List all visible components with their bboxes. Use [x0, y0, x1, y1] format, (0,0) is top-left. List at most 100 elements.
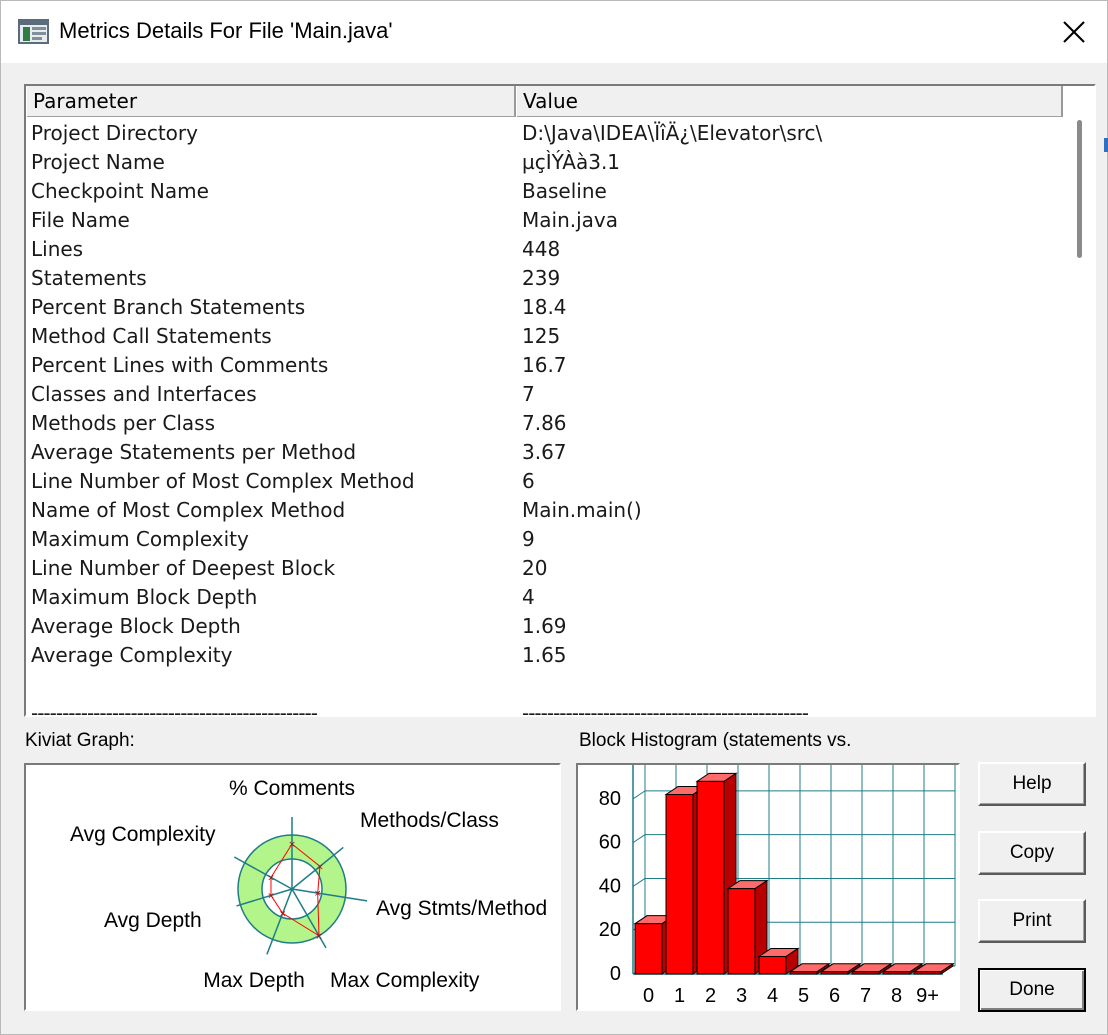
parameter-cell: Maximum Block Depth [31, 585, 258, 609]
value-cell: 16.7 [522, 353, 567, 377]
table-row[interactable]: Methods per Class 7.86 [26, 409, 1063, 438]
table-row[interactable]: Line Number of Deepest Block 20 [26, 554, 1063, 583]
parameter-cell: Methods per Class [31, 411, 215, 435]
parameter-cell: Average Statements per Method [31, 440, 357, 464]
parameter-cell: Statements [31, 266, 147, 290]
separator-parameter: ----------------------------------------… [31, 701, 318, 717]
column-header-parameter[interactable]: Parameter [26, 86, 516, 117]
scrollbar-thumb[interactable] [1077, 120, 1082, 258]
table-row[interactable]: Average Block Depth 1.69 [26, 612, 1063, 641]
table-header: Parameter Value [26, 86, 1063, 117]
column-header-value[interactable]: Value [516, 86, 1063, 117]
histogram-bar [913, 971, 942, 975]
histogram-bar [820, 971, 849, 975]
table-row[interactable]: Classes and Interfaces 7 [26, 380, 1063, 409]
table-row[interactable]: Checkpoint Name Baseline [26, 177, 1063, 206]
table-row[interactable]: Project Directory D:\Java\IDEA\ÏîÄ¿\Eleva… [26, 119, 1063, 148]
histogram-bar [882, 971, 911, 975]
parameter-cell: Project Directory [31, 121, 198, 145]
histogram-gridline [632, 790, 646, 800]
kiviat-axis-label: Avg Depth [104, 909, 202, 932]
value-cell: Main.java [522, 208, 619, 232]
table-row[interactable]: Project Name µçÌÝÀà3.1 [26, 148, 1063, 177]
app-icon [18, 19, 49, 44]
parameter-cell: Maximum Complexity [31, 527, 249, 551]
table-row[interactable]: Line Number of Most Complex Method 6 [26, 467, 1063, 496]
value-cell: 4 [522, 585, 535, 609]
parameter-cell: Average Block Depth [31, 614, 241, 638]
table-row[interactable]: Name of Most Complex Method Main.main() [26, 496, 1063, 525]
value-cell: 6 [522, 469, 535, 493]
histogram-y-tick-label: 80 [599, 788, 621, 810]
parameter-cell: File Name [31, 208, 130, 232]
kiviat-point-marker: × [267, 891, 275, 901]
table-row[interactable]: Percent Branch Statements 18.4 [26, 293, 1063, 322]
kiviat-graph: % CommentsMethods/Class Avg Stmts/Method M… [70, 777, 547, 992]
kiviat-axis-label: Methods/Class [360, 809, 499, 832]
value-cell: 9 [522, 527, 535, 551]
table-row[interactable]: File Name Main.java [26, 206, 1063, 235]
kiviat-axis-label: Max Depth [203, 969, 305, 992]
help-button[interactable]: Help [978, 762, 1086, 806]
kiviat-point-marker: × [267, 873, 275, 883]
value-cell: D:\Java\IDEA\ÏîÄ¿\Elevator\src\ [522, 121, 823, 145]
metrics-table[interactable]: Parameter Value Project Directory D:\Java… [24, 84, 1096, 717]
histogram-bar [758, 955, 787, 975]
value-cell: µçÌÝÀà3.1 [522, 150, 621, 174]
histogram-x-tick-label: 0 [643, 985, 654, 1007]
vertical-scrollbar[interactable] [1063, 86, 1094, 715]
kiviat-graph-label: Kiviat Graph: [25, 730, 135, 751]
block-histogram-panel: 0 20 40 60 80 0 1 2 3 4 5 6 7 8 9+ [576, 763, 960, 1011]
histogram-bar [696, 780, 725, 975]
value-cell: Main.main() [522, 498, 642, 522]
parameter-cell: Percent Branch Statements [31, 295, 306, 319]
done-button[interactable]: Done [978, 968, 1086, 1012]
table-row[interactable]: Statements 239 [26, 264, 1063, 293]
histogram-x-tick-label: 4 [767, 985, 778, 1007]
value-cell: 18.4 [522, 295, 567, 319]
parameter-cell: Checkpoint Name [31, 179, 209, 203]
table-row[interactable]: Method Call Statements 125 [26, 322, 1063, 351]
table-row[interactable]: Maximum Block Depth 4 [26, 583, 1063, 612]
print-button[interactable]: Print [978, 899, 1086, 943]
parameter-cell: Project Name [31, 150, 165, 174]
window-title: Metrics Details For File 'Main.java' [59, 18, 393, 43]
parameter-cell: Percent Lines with Comments [31, 353, 329, 377]
table-rows: Project Directory D:\Java\IDEA\ÏîÄ¿\Eleva… [26, 119, 1063, 670]
histogram-bar [727, 888, 756, 975]
title-bar: Metrics Details For File 'Main.java' [1, 1, 1107, 63]
histogram-y-tick-label: 60 [599, 832, 621, 854]
histogram-x-tick-label: 3 [736, 985, 747, 1007]
copy-button[interactable]: Copy [978, 831, 1086, 875]
parameter-cell: Line Number of Deepest Block [31, 556, 336, 580]
kiviat-point-marker: × [315, 932, 323, 942]
close-button[interactable] [1051, 9, 1097, 55]
parameter-cell: Name of Most Complex Method [31, 498, 346, 522]
kiviat-axis-label: % Comments [229, 777, 355, 800]
block-histogram-label: Block Histogram (statements vs. [579, 730, 852, 751]
parameter-cell: Method Call Statements [31, 324, 272, 348]
histogram-x-tick-label: 2 [705, 985, 716, 1007]
kiviat-axis-label: Avg Complexity [70, 823, 216, 846]
table-row[interactable]: Maximum Complexity 9 [26, 525, 1063, 554]
table-row[interactable]: Average Complexity 1.65 [26, 641, 1063, 670]
parameter-cell: Lines [31, 237, 84, 261]
value-cell: 1.69 [522, 614, 567, 638]
table-row[interactable]: Percent Lines with Comments 16.7 [26, 351, 1063, 380]
histogram-x-tick-label: 9+ [916, 985, 939, 1007]
table-row[interactable]: Lines 448 [26, 235, 1063, 264]
table-row[interactable]: Average Statements per Method 3.67 [26, 438, 1063, 467]
value-cell: 3.67 [522, 440, 567, 464]
histogram-y-tick-label: 40 [599, 875, 621, 897]
kiviat-graph-panel: % Comments Methods/Class Avg Stmts/Method M… [24, 763, 561, 1011]
value-cell: 7 [522, 382, 535, 406]
kiviat-axis-label: Avg Stmts/Method [376, 897, 547, 920]
histogram-bar [665, 794, 694, 975]
value-cell: 125 [522, 324, 561, 348]
histogram-y-tick-label: 0 [610, 963, 621, 985]
histogram-gridline [632, 834, 646, 844]
kiviat-axis-label: Max Complexity [330, 969, 480, 992]
histogram-x-tick-label: 7 [860, 985, 871, 1007]
histogram-x-tick-label: 1 [674, 985, 685, 1007]
histogram-bar [789, 971, 818, 975]
